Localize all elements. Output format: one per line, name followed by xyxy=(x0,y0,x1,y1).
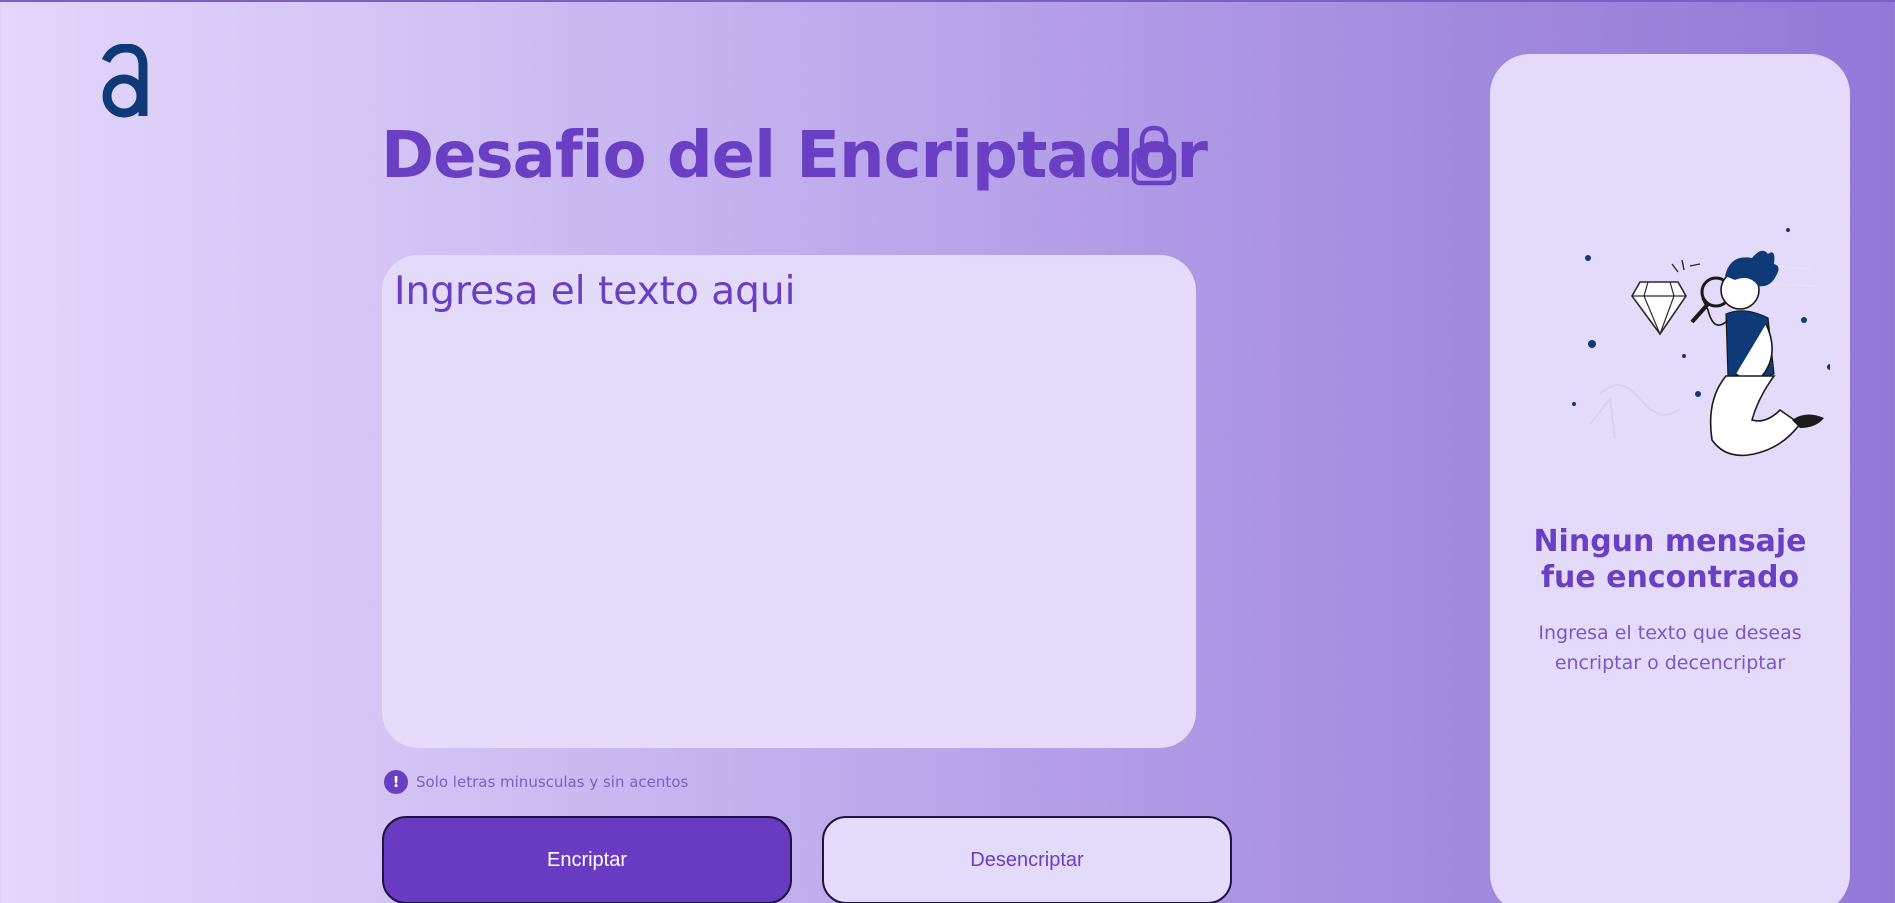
result-title-line-2: fue encontrado xyxy=(1540,560,1800,595)
hint-text: Solo letras minusculas y sin acentos xyxy=(416,773,689,791)
encrypt-button[interactable]: Encriptar xyxy=(382,816,792,903)
result-title: Ningun mensaje fue encontrado xyxy=(1490,524,1850,596)
message-input[interactable] xyxy=(382,255,1196,748)
result-title-line-1: Ningun mensaje xyxy=(1533,524,1807,559)
alura-logo-icon xyxy=(101,44,148,118)
searching-person-illustration xyxy=(1572,228,1830,457)
result-subtitle-line-2: encriptar o decencriptar xyxy=(1554,652,1786,674)
lock-icon xyxy=(1131,125,1177,186)
exclamation-circle-icon: ! xyxy=(384,770,408,794)
result-panel: Ningun mensaje fue encontrado Ingresa el… xyxy=(1490,54,1850,903)
decrypt-button[interactable]: Desencriptar xyxy=(822,816,1232,903)
input-hint: ! Solo letras minusculas y sin acentos xyxy=(384,770,688,794)
result-subtitle-line-1: Ingresa el texto que deseas xyxy=(1538,622,1802,644)
page-title: Desafio del Encriptador xyxy=(381,119,1208,193)
result-subtitle: Ingresa el texto que deseas encriptar o … xyxy=(1520,618,1820,678)
